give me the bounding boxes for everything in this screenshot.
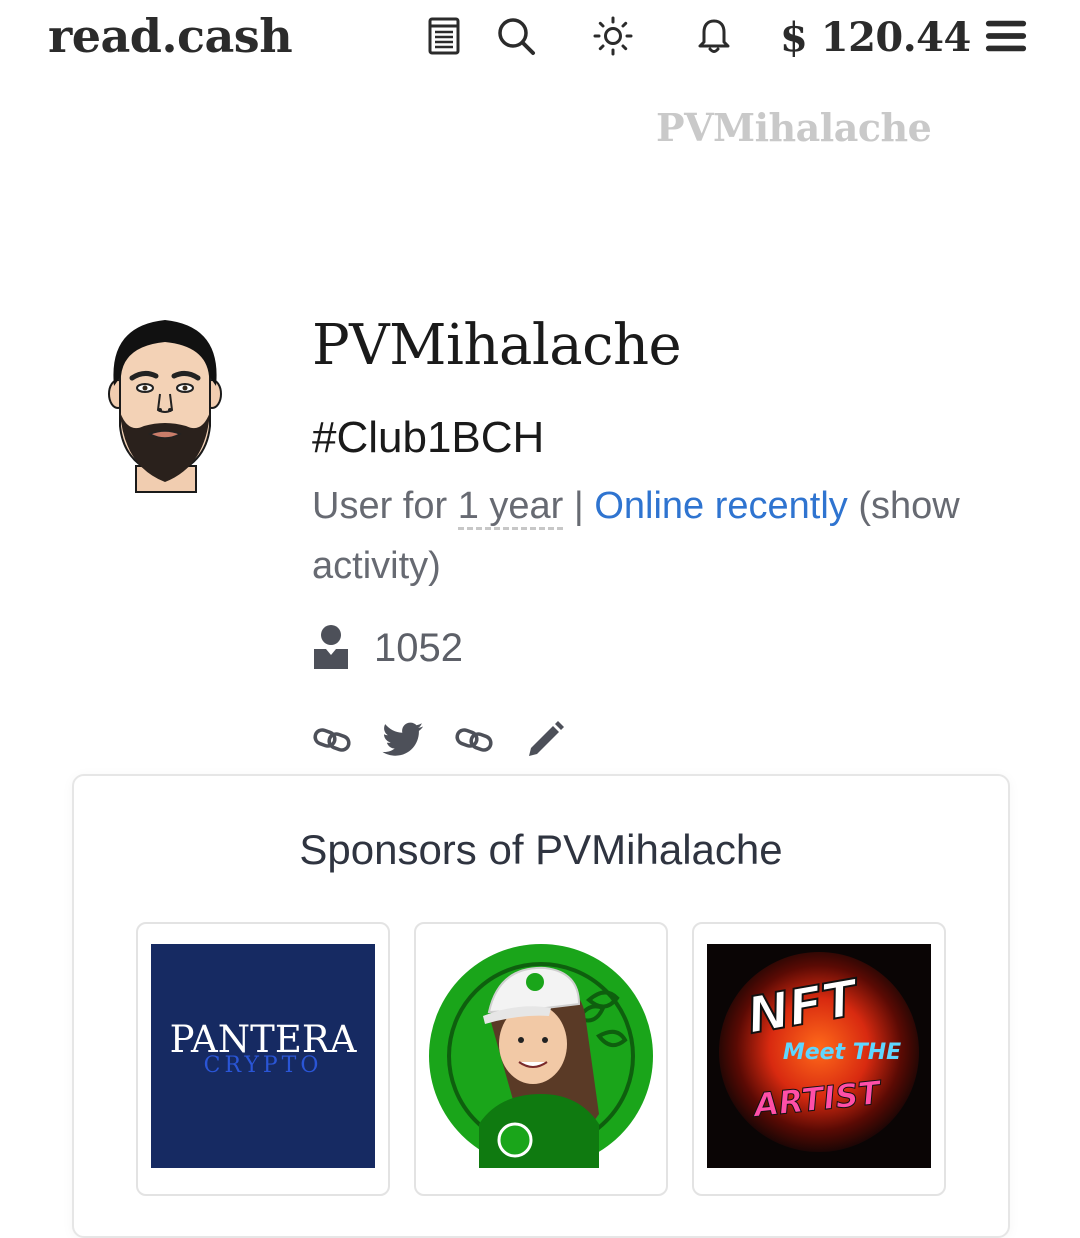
sponsor-tile-nft-artist[interactable]: NFT Meet THE ARTIST	[692, 922, 946, 1196]
sponsor-tile-bch-avatar[interactable]	[414, 922, 668, 1196]
nft-logo-subtitle: Meet THE	[782, 1040, 902, 1065]
link-icon[interactable]	[452, 718, 496, 762]
sponsors-title: Sponsors of PVMihalache	[299, 826, 783, 873]
article-icon[interactable]	[422, 14, 466, 58]
meta-separator: |	[573, 485, 584, 527]
bell-icon[interactable]	[692, 14, 736, 58]
follower-icon	[312, 623, 350, 673]
site-logo[interactable]: read.cash	[48, 8, 293, 64]
theme-sun-icon[interactable]	[591, 14, 635, 58]
link-icon[interactable]	[310, 718, 354, 762]
user-for-label: User for	[312, 485, 448, 527]
sponsor-tile-pantera[interactable]: PANTERA CRYPTO	[136, 922, 390, 1196]
followers-count[interactable]: 1052	[312, 620, 463, 676]
social-links-row	[310, 718, 594, 762]
profile-name: PVMihalache	[312, 313, 682, 378]
sponsors-card: Sponsors of PVMihalache PANTERA CRYPTO N…	[72, 774, 1010, 1238]
sponsor-avatar-bch	[429, 944, 653, 1168]
pantera-logo-subtext: CRYPTO	[203, 1053, 323, 1078]
profile-watermark-name: PVMihalache	[656, 105, 932, 150]
online-status-link[interactable]: Online recently	[594, 485, 847, 527]
user-for-value: 1 year	[457, 485, 564, 530]
sponsor-logo-nft: NFT Meet THE ARTIST	[707, 944, 931, 1168]
profile-avatar	[106, 316, 224, 500]
sponsor-logo-pantera: PANTERA CRYPTO	[151, 944, 375, 1168]
edit-pencil-icon[interactable]	[523, 718, 567, 762]
hamburger-menu-icon[interactable]	[984, 14, 1028, 58]
twitter-icon[interactable]	[381, 718, 425, 762]
search-icon[interactable]	[494, 14, 538, 58]
profile-meta: User for 1 year | Online recently (show …	[312, 476, 1002, 596]
top-navigation-bar: read.cash $ 120.44	[0, 0, 1080, 80]
followers-count-value: 1052	[374, 625, 463, 670]
wallet-balance[interactable]: $ 120.44	[780, 10, 971, 66]
profile-tagline: #Club1BCH	[312, 413, 545, 462]
